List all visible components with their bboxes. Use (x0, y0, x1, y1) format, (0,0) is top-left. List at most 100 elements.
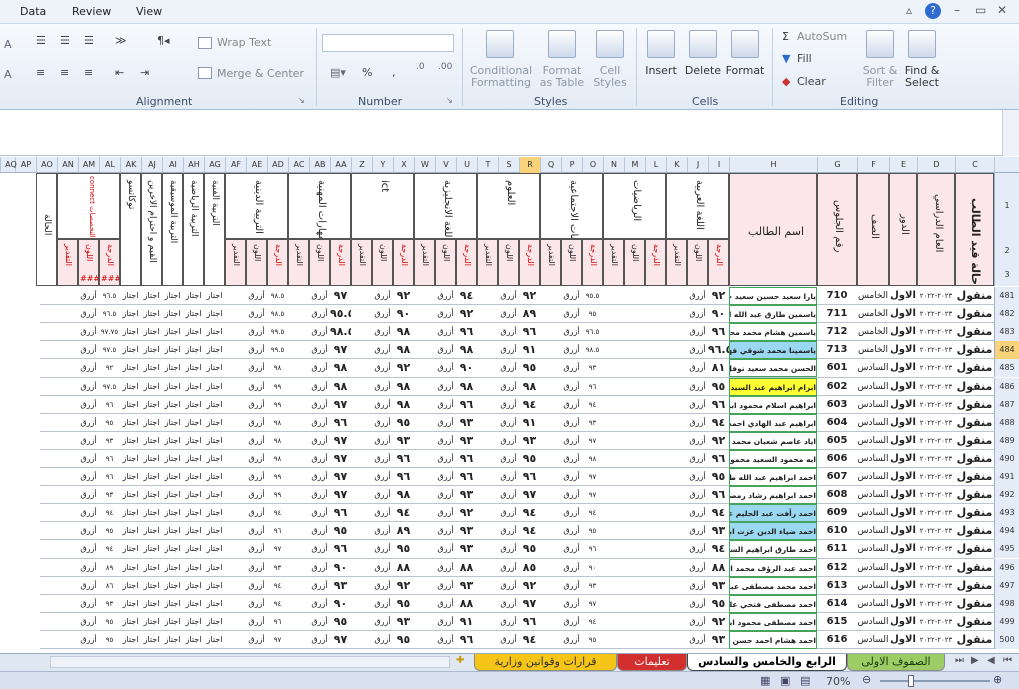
cell-pass[interactable]: اجتاز (141, 378, 162, 396)
column-header-h[interactable]: H (729, 157, 817, 173)
cell-level[interactable]: أزرق (246, 450, 267, 468)
cell-score-science[interactable]: ٩٦ (519, 323, 540, 341)
cell-name[interactable]: اياد عاصم شعبان محمد النجار (729, 432, 817, 450)
window-close-icon[interactable]: ✕ (997, 3, 1007, 17)
cell-pass[interactable]: اجتاز (204, 414, 225, 432)
cell-score-english[interactable]: ٩٠ (456, 359, 477, 377)
cell-level[interactable]: أزرق (687, 486, 708, 504)
cell-level[interactable]: أزرق (372, 468, 393, 486)
alignment-launcher-icon[interactable]: ↘ (298, 96, 305, 105)
cell-level[interactable]: أزرق (78, 559, 99, 577)
cell-level[interactable]: أزرق (372, 613, 393, 631)
cell-score-religion[interactable]: ٩٩ (267, 396, 288, 414)
cell-level[interactable]: أزرق (78, 305, 99, 323)
cell-grade[interactable]: السادس (857, 486, 889, 504)
cell-score-voc[interactable]: ٩٧ (330, 468, 351, 486)
cell-level[interactable]: أزرق (435, 359, 456, 377)
cell-seat[interactable]: 602 (817, 378, 857, 396)
cell-level[interactable]: أزرق (498, 613, 519, 631)
cell-pass[interactable]: اجتاز (141, 522, 162, 540)
cell-status[interactable]: منقول (955, 287, 994, 305)
cell-level[interactable]: أزرق (372, 414, 393, 432)
cell-score-social[interactable]: ٩٠ (582, 559, 603, 577)
cell-score-ict[interactable]: ٩٨ (393, 396, 414, 414)
cell-level[interactable]: أزرق (246, 414, 267, 432)
cell-seat[interactable]: 713 (817, 341, 857, 359)
cell-round[interactable]: الاول (889, 577, 917, 595)
wrap-text-button[interactable]: Wrap Text (217, 36, 271, 49)
cell-level[interactable]: أزرق (372, 396, 393, 414)
cell-pass[interactable]: اجتاز (162, 522, 183, 540)
cell-round[interactable]: الاول (889, 522, 917, 540)
row-header-495[interactable]: 495 (994, 540, 1019, 558)
cell-name[interactable]: احمد محمد مصطفى عبده عز (729, 577, 817, 595)
cell-level[interactable]: أزرق (246, 305, 267, 323)
cell-level[interactable]: أزرق (687, 631, 708, 649)
cell-grade[interactable]: السادس (857, 613, 889, 631)
cell-level[interactable]: أزرق (561, 323, 582, 341)
cell-pass[interactable]: اجتاز (183, 378, 204, 396)
cell-pass[interactable]: اجتاز (183, 323, 204, 341)
tab-grades-4-5-6[interactable]: الرابع والخامس والسادس (687, 654, 847, 671)
cell-score-science[interactable]: ٩٦ (519, 468, 540, 486)
cell-pass[interactable]: اجتاز (162, 450, 183, 468)
cell-status[interactable]: منقول (955, 486, 994, 504)
column-header-p[interactable]: P (561, 157, 582, 173)
cell-level[interactable]: أزرق (309, 522, 330, 540)
cell-status[interactable]: منقول (955, 396, 994, 414)
delete-button[interactable]: Delete (683, 65, 723, 77)
column-header-d[interactable]: D (917, 157, 955, 173)
cell-year[interactable]: ٢٠٢٣-٢٠٢٢ (917, 378, 955, 396)
cell-pass[interactable]: اجتاز (120, 378, 141, 396)
conditional-formatting-button[interactable]: Conditional Formatting (466, 65, 536, 89)
cell-name[interactable]: احمد طارق ابراهيم السيد حسين (729, 540, 817, 558)
cell-level[interactable]: أزرق (78, 631, 99, 649)
cell-level[interactable]: أزرق (498, 414, 519, 432)
cell-level[interactable]: أزرق (246, 432, 267, 450)
cell-level[interactable]: أزرق (561, 559, 582, 577)
cell-score-religion[interactable]: ٩٤ (267, 504, 288, 522)
menu-view[interactable]: View (136, 5, 162, 18)
column-header-al[interactable]: AL (99, 157, 120, 173)
cell-year[interactable]: ٢٠٢٣-٢٠٢٢ (917, 486, 955, 504)
cell-year[interactable]: ٢٠٢٣-٢٠٢٢ (917, 287, 955, 305)
cell-level[interactable]: أزرق (687, 577, 708, 595)
cell-level[interactable]: أزرق (309, 486, 330, 504)
cell-score-english[interactable]: ٩١ (456, 613, 477, 631)
cell-year[interactable]: ٢٠٢٣-٢٠٢٢ (917, 450, 955, 468)
cell-name[interactable]: احمد مصطفى فتحي علي (729, 595, 817, 613)
cell-score-social[interactable]: ٩٥.٥ (582, 287, 603, 305)
cell-level[interactable]: أزرق (246, 287, 267, 305)
cell-round[interactable]: الاول (889, 287, 917, 305)
cell-year[interactable]: ٢٠٢٣-٢٠٢٢ (917, 522, 955, 540)
cell-grade[interactable]: السادس (857, 577, 889, 595)
align-left-icon[interactable]: ≡ (36, 66, 45, 79)
cell-score-social[interactable]: ٩٣ (582, 359, 603, 377)
cell-score-religion[interactable]: ٩٩ (267, 468, 288, 486)
cell-round[interactable]: الاول (889, 504, 917, 522)
cell-pass[interactable]: اجتاز (162, 559, 183, 577)
cell-grade[interactable]: السادس (857, 432, 889, 450)
cell-score-science[interactable]: ٩٤ (519, 396, 540, 414)
cell-pass[interactable]: اجتاز (204, 323, 225, 341)
cell-level[interactable]: أزرق (372, 504, 393, 522)
cell-pass[interactable]: اجتاز (183, 613, 204, 631)
cell-level[interactable]: أزرق (687, 504, 708, 522)
cell-level[interactable]: أزرق (561, 522, 582, 540)
comma-style-button[interactable]: , (392, 66, 396, 79)
column-header-aa[interactable]: AA (330, 157, 351, 173)
cell-level[interactable]: أزرق (246, 613, 267, 631)
column-header-ao[interactable]: AO (36, 157, 57, 173)
cell-level[interactable]: أزرق (372, 305, 393, 323)
cell-level[interactable]: أزرق (435, 595, 456, 613)
column-header-t[interactable]: T (477, 157, 498, 173)
cell-level[interactable]: أزرق (435, 287, 456, 305)
cell-score-arabic[interactable]: ٩٢ (708, 287, 729, 305)
cell-pass[interactable]: اجتاز (141, 341, 162, 359)
cell-grade[interactable]: السادس (857, 378, 889, 396)
cell-score-ict[interactable]: ٩٥ (393, 631, 414, 649)
number-format-select[interactable] (322, 34, 454, 52)
cell-level[interactable]: أزرق (309, 613, 330, 631)
cell-score-ict[interactable]: ٩٢ (393, 577, 414, 595)
align-center-icon[interactable]: ≡ (60, 66, 69, 79)
